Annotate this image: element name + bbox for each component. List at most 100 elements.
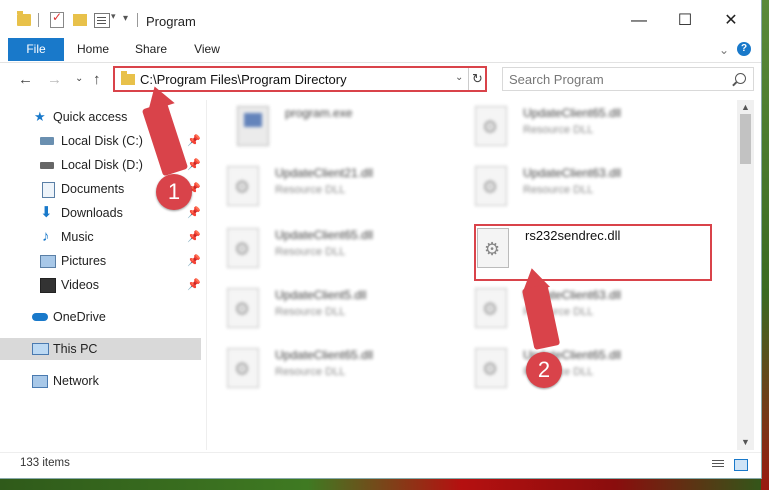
- file-name: UpdateClient63.dll: [523, 166, 622, 180]
- file-type: Resource DLL: [523, 184, 594, 196]
- tab-view[interactable]: View: [182, 38, 232, 61]
- videos-icon: [40, 278, 56, 293]
- forward-button[interactable]: →: [47, 71, 62, 88]
- sidebar-item-music[interactable]: ♪ Music 📌: [0, 226, 201, 248]
- dll-icon: [227, 228, 259, 268]
- drive-icon: [40, 162, 54, 169]
- file-item[interactable]: UpdateClient65.dll Resource DLL: [227, 342, 457, 398]
- address-path[interactable]: C:\Program Files\Program Directory: [140, 72, 347, 87]
- dll-icon: [227, 166, 259, 206]
- step-1-badge: 1: [156, 174, 192, 210]
- dll-icon: [475, 166, 507, 206]
- folder-icon: [121, 71, 135, 85]
- maximize-button[interactable]: ☐: [662, 8, 708, 36]
- status-bar: 133 items: [0, 452, 761, 475]
- tab-file[interactable]: File: [8, 38, 64, 61]
- file-explorer-window: ▾ ▾ Program — ☐ ✕ File Home Share View ⌄…: [0, 0, 762, 479]
- file-name: UpdateClient65.dll: [275, 348, 374, 362]
- highlight-box: [474, 224, 712, 281]
- sidebar-item-onedrive[interactable]: OneDrive: [0, 306, 201, 328]
- search-box[interactable]: Search Program: [502, 67, 754, 91]
- pin-icon[interactable]: 📌: [187, 130, 201, 152]
- back-button[interactable]: ←: [18, 71, 33, 88]
- up-button[interactable]: ↑: [93, 71, 101, 88]
- new-folder-icon[interactable]: [73, 14, 87, 26]
- file-item[interactable]: UpdateClient5.dll Resource DLL: [227, 282, 457, 338]
- music-icon: ♪: [42, 228, 50, 245]
- scroll-down-icon[interactable]: ▼: [741, 437, 750, 447]
- dll-icon: [475, 106, 507, 146]
- sidebar-item-pictures[interactable]: Pictures 📌: [0, 250, 201, 272]
- file-item[interactable]: UpdateClient63.dll Resource DLL: [475, 160, 705, 216]
- sidebar-item-label: Documents: [61, 182, 125, 196]
- details-view-icon[interactable]: [712, 459, 724, 469]
- network-icon: [32, 375, 48, 388]
- scroll-thumb[interactable]: [740, 114, 751, 164]
- customize-toolbar-icon[interactable]: ▾: [123, 13, 128, 24]
- dll-icon: [475, 348, 507, 388]
- ribbon-tabs: File Home Share View ⌄ ?: [0, 38, 761, 62]
- search-icon[interactable]: [735, 73, 746, 84]
- sidebar-item-label: Pictures: [61, 254, 107, 268]
- file-type: Resource DLL: [275, 184, 346, 196]
- address-dropdown-icon[interactable]: ⌄: [455, 72, 463, 83]
- sidebar-item-label: Quick access: [53, 110, 128, 124]
- sidebar-item-label: This PC: [53, 342, 98, 356]
- computer-icon: [32, 343, 49, 355]
- file-item[interactable]: UpdateClient65.dll Resource DLL: [475, 342, 705, 398]
- pin-icon[interactable]: 📌: [187, 154, 201, 176]
- close-button[interactable]: ✕: [708, 8, 754, 36]
- file-item[interactable]: program.exe: [237, 100, 467, 156]
- refresh-button[interactable]: ↻: [468, 68, 486, 90]
- star-icon: ★: [34, 109, 46, 124]
- window-title: Program: [146, 14, 196, 29]
- sidebar-item-label: Network: [53, 374, 99, 388]
- file-item[interactable]: UpdateClient65.dll Resource DLL: [475, 100, 705, 156]
- pin-icon[interactable]: 📌: [187, 250, 201, 272]
- title-bar: ▾ ▾ Program — ☐ ✕: [0, 0, 761, 38]
- pin-icon[interactable]: 📌: [187, 202, 201, 224]
- properties-check-icon[interactable]: [50, 10, 64, 28]
- dll-icon: [475, 288, 507, 328]
- recent-locations-button[interactable]: ⌄: [75, 73, 83, 84]
- sidebar-item-network[interactable]: Network: [0, 370, 201, 392]
- sidebar-item-label: OneDrive: [53, 310, 106, 324]
- chevron-down-icon[interactable]: ▾: [111, 11, 116, 22]
- minimize-button[interactable]: —: [616, 8, 662, 36]
- item-count: 133 items: [20, 457, 70, 469]
- view-options-icon[interactable]: [94, 13, 110, 28]
- cloud-icon: [32, 313, 48, 321]
- sidebar-item-label: Local Disk (C:): [61, 134, 143, 148]
- sidebar-item-this-pc[interactable]: This PC: [0, 338, 201, 360]
- search-input[interactable]: Search Program: [509, 72, 604, 87]
- drive-icon: [40, 137, 54, 145]
- file-item[interactable]: UpdateClient65.dll Resource DLL: [227, 222, 457, 278]
- folder-icon: [17, 11, 31, 26]
- file-name: UpdateClient65.dll: [523, 106, 622, 120]
- tab-home[interactable]: Home: [68, 38, 118, 61]
- file-item[interactable]: UpdateClient21.dll Resource DLL: [227, 160, 457, 216]
- desktop-backdrop-right: [761, 0, 769, 490]
- step-2-badge: 2: [526, 352, 562, 388]
- pictures-icon: [40, 255, 56, 268]
- dll-icon: [227, 288, 259, 328]
- pin-icon[interactable]: 📌: [187, 274, 201, 296]
- file-name: UpdateClient21.dll: [275, 166, 374, 180]
- exe-icon: [237, 106, 269, 146]
- file-item[interactable]: UpdateClient63.dll Resource DLL: [475, 282, 705, 338]
- sidebar-item-videos[interactable]: Videos 📌: [0, 274, 201, 296]
- file-type: Resource DLL: [275, 306, 346, 318]
- file-type: Resource DLL: [275, 246, 346, 258]
- dll-icon: [227, 348, 259, 388]
- vertical-scrollbar[interactable]: ▲ ▼: [737, 100, 754, 450]
- sidebar-item-label: Videos: [61, 278, 99, 292]
- pin-icon[interactable]: 📌: [187, 226, 201, 248]
- scroll-up-icon[interactable]: ▲: [741, 102, 750, 112]
- file-name: UpdateClient5.dll: [275, 288, 367, 302]
- help-icon[interactable]: ?: [737, 42, 751, 56]
- tab-share[interactable]: Share: [126, 38, 176, 61]
- sidebar-item-label: Downloads: [61, 206, 123, 220]
- tiles-view-icon[interactable]: [734, 459, 748, 471]
- toolbar-separator: [137, 13, 138, 27]
- ribbon-collapse-icon[interactable]: ⌄: [719, 43, 729, 57]
